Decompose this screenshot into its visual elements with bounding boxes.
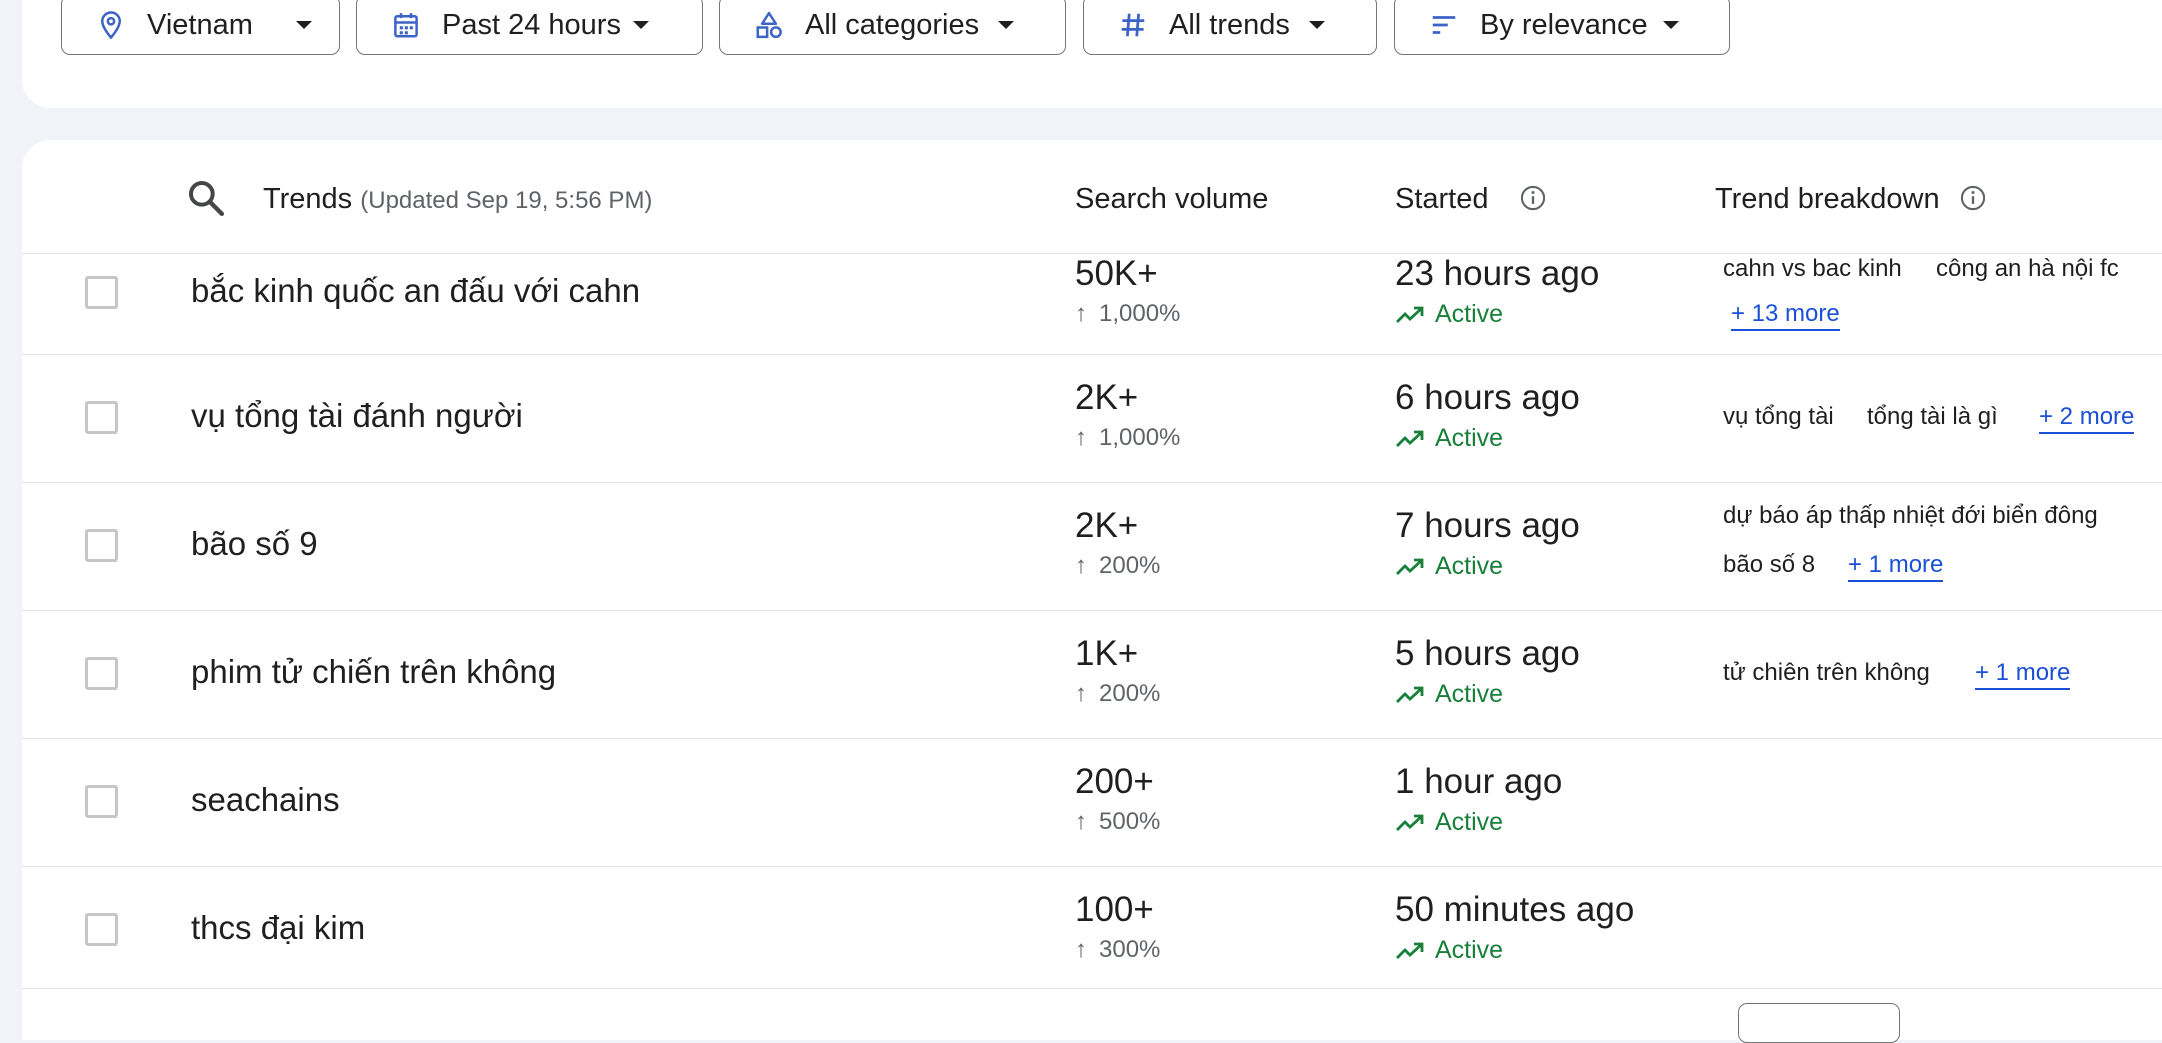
trend-term[interactable]: vụ tổng tài đánh người: [191, 396, 523, 436]
status-badge: Active: [1395, 552, 1503, 580]
search-volume: 50K+: [1075, 254, 1158, 293]
search-volume: 2K+: [1075, 378, 1139, 417]
hashtag-icon: [1121, 13, 1145, 37]
started-time: 7 hours ago: [1395, 506, 1580, 545]
status-badge: Active: [1395, 936, 1503, 964]
started-time: 6 hours ago: [1395, 378, 1580, 417]
location-filter-label: Vietnam: [147, 9, 253, 41]
volume-change: ↑ 1,000%: [1075, 424, 1181, 451]
table-row[interactable]: bắc kinh quốc an đấu với cahn 50K+ ↑ 1,00…: [22, 254, 2162, 355]
started-time: 23 hours ago: [1395, 254, 1600, 293]
category-filter-button[interactable]: All categories: [719, 0, 1066, 55]
volume-change: ↑ 500%: [1075, 808, 1161, 835]
location-filter-button[interactable]: Vietnam: [61, 0, 340, 55]
trends-column-header: Trends (Updated Sep 19, 5:56 PM): [263, 182, 652, 218]
arrow-up-icon: ↑: [1075, 680, 1087, 707]
volume-change: ↑ 300%: [1075, 936, 1161, 963]
volume-change: ↑ 200%: [1075, 680, 1161, 707]
search-volume: 2K+: [1075, 506, 1139, 545]
info-icon[interactable]: [1959, 184, 1987, 212]
calendar-icon: [394, 13, 418, 38]
trend-term[interactable]: bão số 9: [191, 524, 318, 564]
sort-filter-label: By relevance: [1480, 9, 1648, 41]
table-row[interactable]: thcs đại kim 100+ ↑ 300% 50 minutes ago A…: [22, 867, 2162, 989]
status-badge: Active: [1395, 680, 1503, 708]
trend-breakdown-header: Trend breakdown: [1715, 183, 1940, 215]
row-checkbox[interactable]: [85, 401, 118, 434]
row-checkbox[interactable]: [85, 913, 118, 946]
started-header[interactable]: Started: [1395, 182, 1489, 216]
breakdown-chip[interactable]: bão số 8: [1723, 550, 1815, 580]
arrow-up-icon: ↑: [1075, 936, 1087, 963]
breakdown-chip[interactable]: tổng tài là gì: [1867, 402, 1998, 432]
arrow-up-icon: ↑: [1075, 424, 1087, 451]
row-checkbox[interactable]: [85, 657, 118, 690]
category-filter-label: All categories: [805, 9, 980, 41]
breakdown-chip[interactable]: cahn vs bac kinh: [1723, 254, 1902, 284]
chevron-down-icon: [296, 21, 312, 29]
table-row[interactable]: vụ tổng tài đánh người 2K+ ↑ 1,000% 6 hou…: [22, 355, 2162, 483]
search-volume-header[interactable]: Search volume: [1075, 182, 1268, 216]
chevron-down-icon: [1309, 21, 1325, 29]
row-checkbox[interactable]: [85, 276, 118, 309]
more-breakdown-link[interactable]: + 1 more: [1848, 550, 1944, 582]
trending-up-icon: [1396, 942, 1424, 959]
volume-change: ↑ 200%: [1075, 552, 1161, 579]
breakdown-chip[interactable]: dự báo áp thấp nhiệt đới biển đông: [1723, 501, 2098, 531]
row-checkbox[interactable]: [85, 785, 118, 818]
table-header: Trends (Updated Sep 19, 5:56 PM) Search …: [22, 140, 2162, 254]
trend-term[interactable]: seachains: [191, 780, 340, 820]
table-row[interactable]: bão số 9 2K+ ↑ 200% 7 hours ago Active dự…: [22, 483, 2162, 611]
started-time: 5 hours ago: [1395, 634, 1580, 673]
info-icon[interactable]: [1519, 184, 1547, 212]
trends-header-label: Trends: [263, 183, 353, 215]
search-volume: 100+: [1075, 890, 1154, 929]
breakdown-chip[interactable]: vụ tổng tài: [1723, 402, 1834, 432]
search-volume: 1K+: [1075, 634, 1139, 673]
arrow-up-icon: ↑: [1075, 808, 1087, 835]
trending-up-icon: [1396, 814, 1424, 831]
table-row[interactable]: phim tử chiến trên không 1K+ ↑ 200% 5 hou…: [22, 611, 2162, 739]
volume-change: ↑ 1,000%: [1075, 300, 1181, 327]
search-volume: 200+: [1075, 762, 1154, 801]
trends-table: Trends (Updated Sep 19, 5:56 PM) Search …: [22, 140, 2162, 1040]
more-breakdown-link[interactable]: + 13 more: [1731, 299, 1840, 331]
time-filter-label: Past 24 hours: [442, 9, 621, 41]
arrow-up-icon: ↑: [1075, 300, 1087, 327]
chevron-down-icon: [998, 21, 1014, 29]
trend-term[interactable]: phim tử chiến trên không: [191, 652, 556, 692]
trend-term[interactable]: thcs đại kim: [191, 908, 365, 948]
table-row[interactable]: seachains 200+ ↑ 500% 1 hour ago Active: [22, 739, 2162, 867]
trending-up-icon: [1396, 430, 1424, 447]
trend-term[interactable]: bắc kinh quốc an đấu với cahn: [191, 271, 640, 311]
started-time: 1 hour ago: [1395, 762, 1563, 801]
breakdown-chip[interactable]: công an hà nội fc: [1936, 254, 2119, 284]
trends-filter-button[interactable]: All trends: [1083, 0, 1377, 55]
status-badge: Active: [1395, 424, 1503, 452]
search-icon[interactable]: [186, 178, 226, 218]
breakdown-chip[interactable]: tử chiên trên không: [1723, 658, 1930, 688]
arrow-up-icon: ↑: [1075, 552, 1087, 579]
sort-filter-button[interactable]: By relevance: [1394, 0, 1730, 55]
filter-bar: Vietnam Past 24 hours All categories All…: [22, 0, 2162, 108]
sort-icon: [1432, 16, 1456, 34]
location-pin-icon: [100, 11, 122, 40]
time-filter-button[interactable]: Past 24 hours: [356, 0, 703, 55]
trending-up-icon: [1396, 306, 1424, 323]
updated-timestamp: (Updated Sep 19, 5:56 PM): [360, 187, 653, 214]
more-breakdown-link[interactable]: + 1 more: [1975, 658, 2071, 690]
more-breakdown-link[interactable]: + 2 more: [2039, 402, 2135, 434]
trending-up-icon: [1396, 558, 1424, 575]
chevron-down-icon: [633, 21, 649, 29]
status-badge: Active: [1395, 808, 1503, 836]
chevron-down-icon: [1663, 21, 1679, 29]
pagination-button[interactable]: [1738, 1003, 1900, 1043]
trends-filter-label: All trends: [1169, 9, 1290, 41]
trending-up-icon: [1396, 686, 1424, 703]
started-time: 50 minutes ago: [1395, 890, 1635, 929]
status-badge: Active: [1395, 300, 1503, 328]
category-shapes-icon: [756, 11, 782, 39]
row-checkbox[interactable]: [85, 529, 118, 562]
